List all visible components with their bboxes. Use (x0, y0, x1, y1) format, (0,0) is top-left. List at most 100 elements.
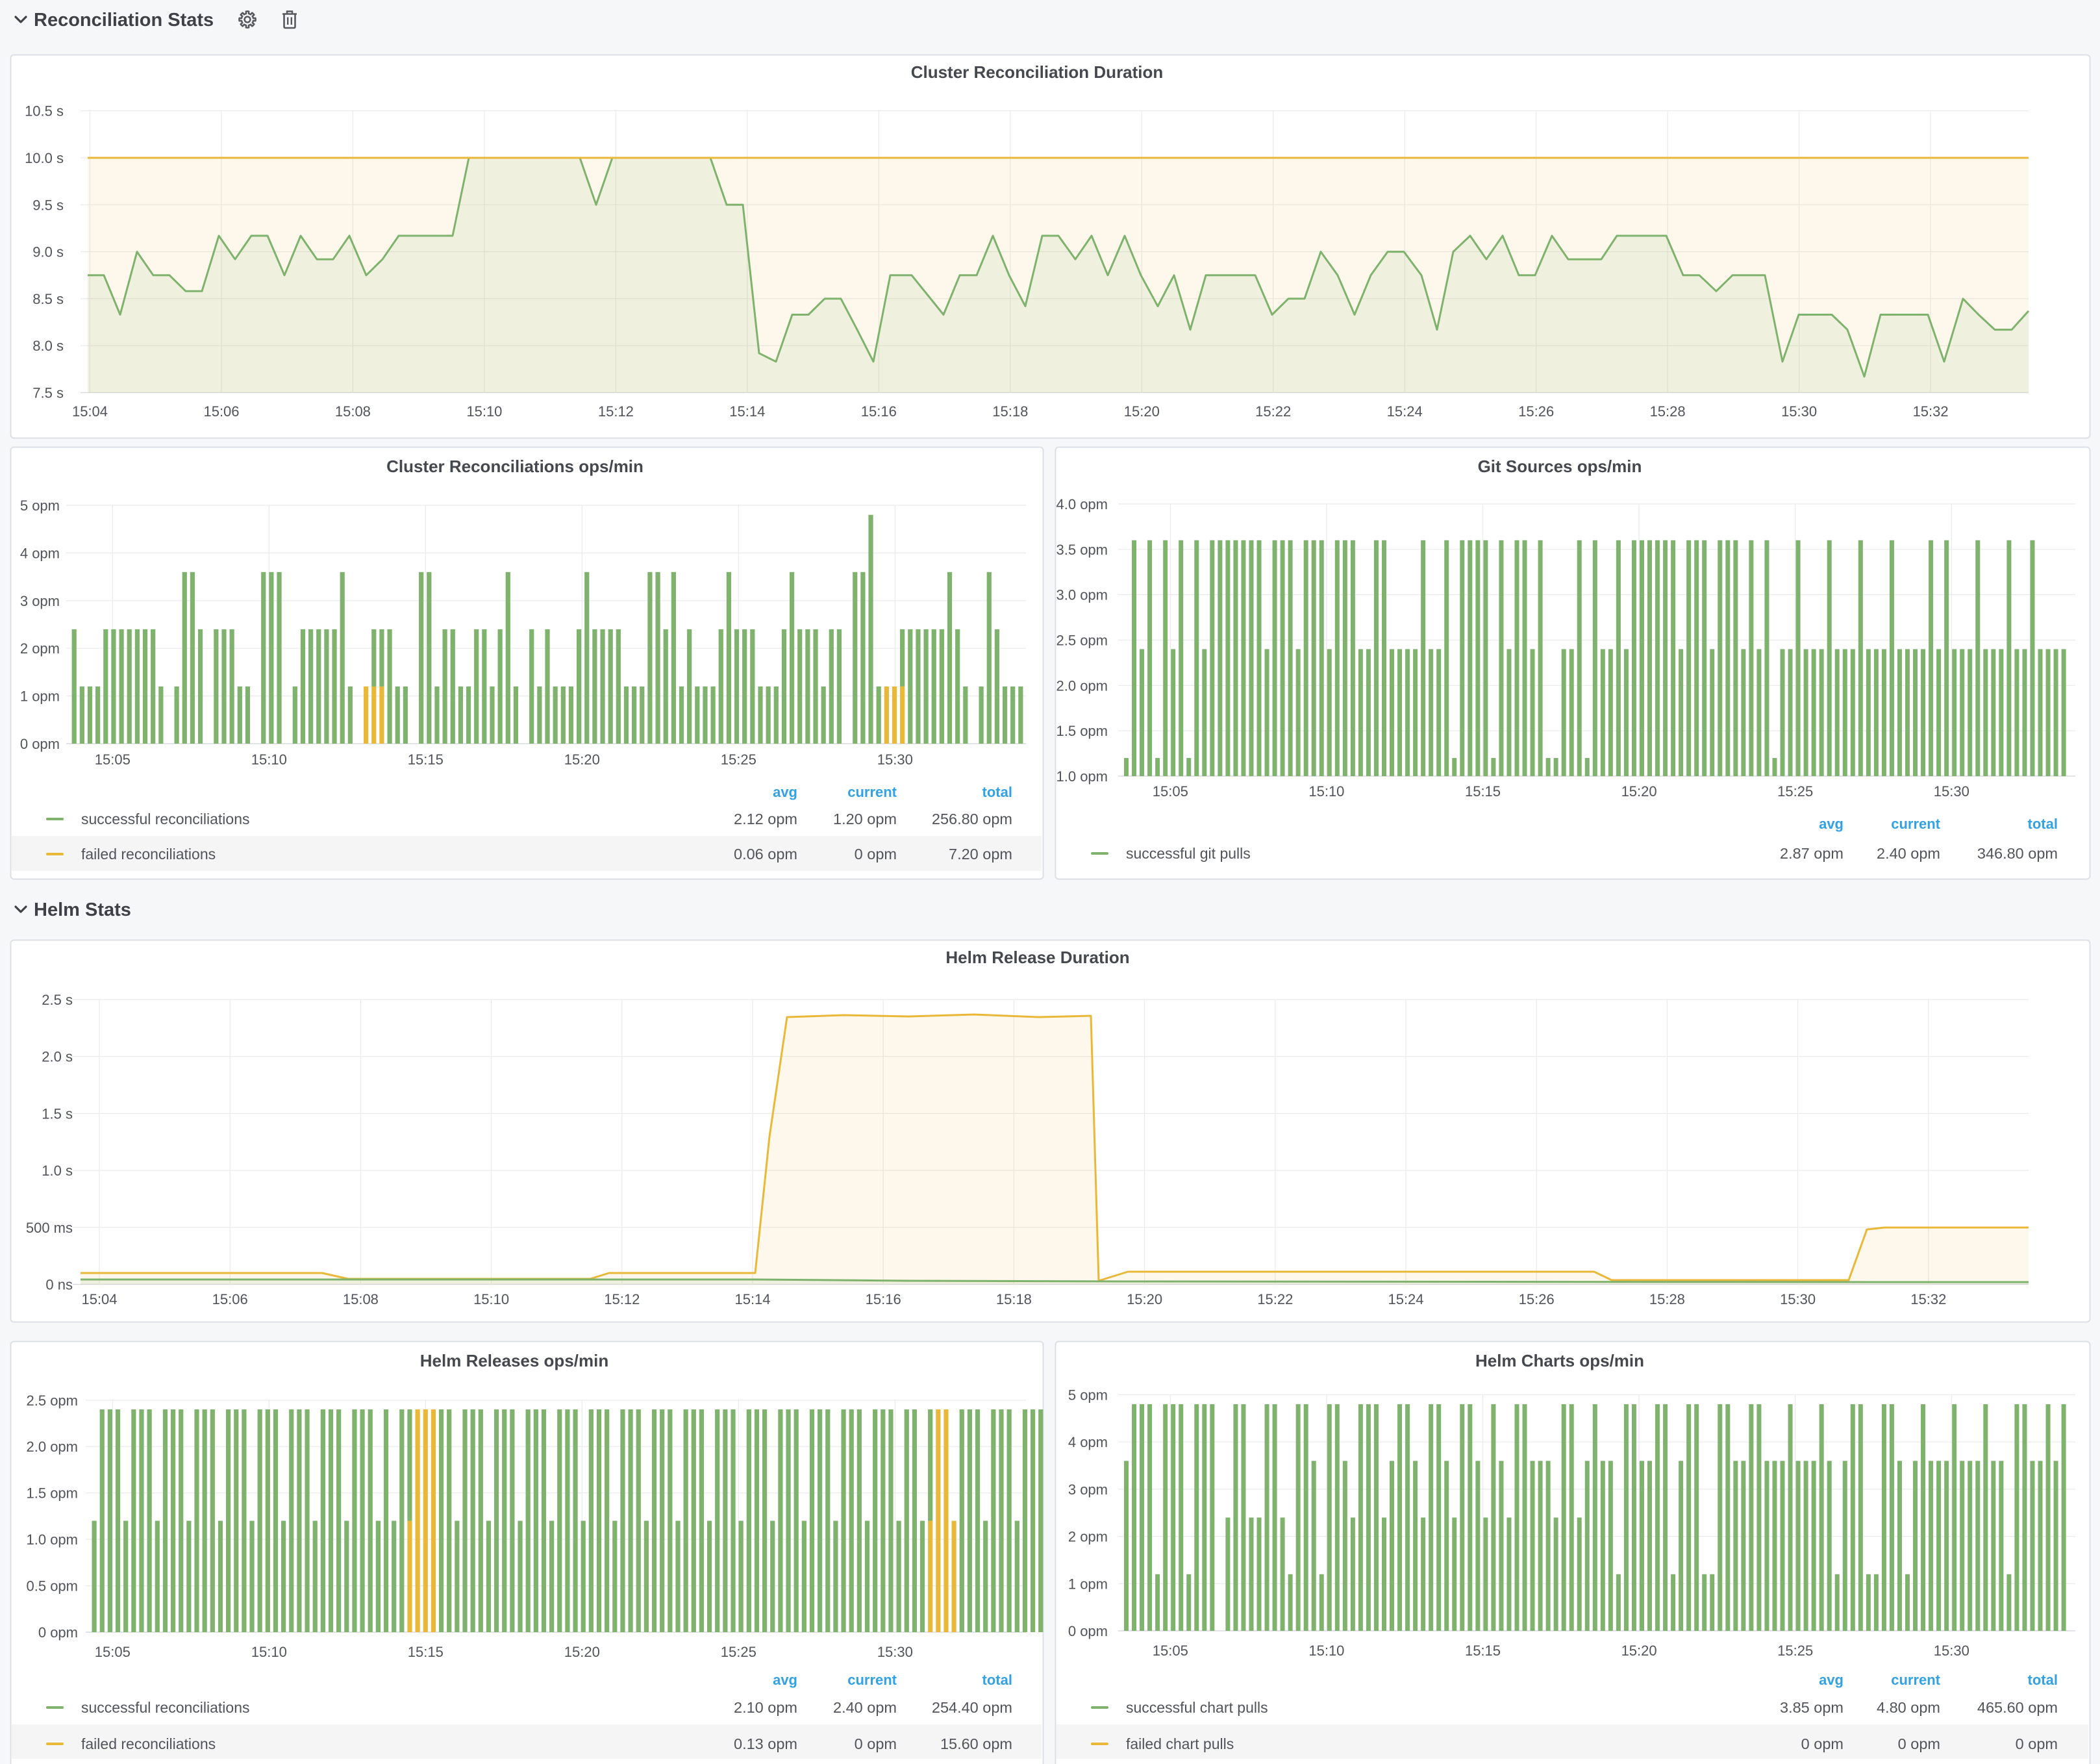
svg-text:current: current (1891, 1672, 1940, 1688)
svg-text:15:25: 15:25 (721, 751, 756, 768)
svg-text:3.5 opm: 3.5 opm (1056, 542, 1108, 558)
svg-text:0 opm: 0 opm (1801, 1735, 1844, 1752)
svg-text:3.85 opm: 3.85 opm (1780, 1699, 1844, 1716)
svg-text:15:18: 15:18 (992, 403, 1028, 420)
svg-text:15:15: 15:15 (408, 751, 444, 768)
svg-text:15:30: 15:30 (877, 1644, 913, 1660)
svg-text:Git Sources ops/min: Git Sources ops/min (1478, 457, 1642, 476)
svg-text:2.0 opm: 2.0 opm (27, 1439, 79, 1455)
svg-text:15:05: 15:05 (95, 751, 131, 768)
svg-text:0.5 opm: 0.5 opm (27, 1578, 79, 1594)
svg-text:2.5 opm: 2.5 opm (27, 1392, 79, 1409)
svg-text:2 opm: 2 opm (1068, 1529, 1108, 1545)
svg-text:failed reconciliations: failed reconciliations (81, 1735, 216, 1752)
svg-text:2.10 opm: 2.10 opm (734, 1699, 797, 1716)
svg-text:15:15: 15:15 (1465, 1643, 1501, 1659)
svg-text:9.5 s: 9.5 s (32, 197, 64, 213)
svg-text:avg: avg (773, 1672, 797, 1688)
svg-text:1.5 s: 1.5 s (42, 1105, 73, 1122)
svg-text:4.80 opm: 4.80 opm (1877, 1699, 1940, 1716)
svg-text:15:06: 15:06 (203, 403, 239, 420)
svg-text:15:14: 15:14 (734, 1291, 770, 1307)
svg-text:7.5 s: 7.5 s (32, 385, 64, 401)
svg-text:15:22: 15:22 (1257, 1291, 1293, 1307)
svg-text:15:30: 15:30 (877, 751, 913, 768)
svg-text:2.0 opm: 2.0 opm (1056, 677, 1108, 694)
svg-text:1 opm: 1 opm (20, 688, 60, 705)
svg-text:2.12 opm: 2.12 opm (734, 811, 797, 827)
svg-text:15:15: 15:15 (1465, 783, 1501, 800)
svg-text:15:25: 15:25 (1777, 1643, 1813, 1659)
svg-text:254.40 opm: 254.40 opm (932, 1699, 1012, 1716)
svg-text:2.40 opm: 2.40 opm (833, 1699, 897, 1716)
svg-text:15:20: 15:20 (1621, 1643, 1657, 1659)
svg-text:15:08: 15:08 (343, 1291, 379, 1307)
svg-text:15:30: 15:30 (1934, 1643, 1969, 1659)
svg-text:15:14: 15:14 (729, 403, 765, 420)
svg-text:0 ns: 0 ns (45, 1277, 73, 1293)
svg-text:15:30: 15:30 (1780, 1291, 1816, 1307)
svg-text:1.5 opm: 1.5 opm (1056, 723, 1108, 739)
svg-text:current: current (1891, 816, 1940, 832)
svg-text:2.5 opm: 2.5 opm (1056, 633, 1108, 649)
svg-text:15:10: 15:10 (473, 1291, 509, 1307)
svg-text:avg: avg (773, 784, 797, 800)
svg-text:0 opm: 0 opm (855, 846, 897, 863)
svg-text:346.80 opm: 346.80 opm (1977, 845, 2058, 862)
svg-text:256.80 opm: 256.80 opm (932, 811, 1012, 827)
svg-text:2.87 opm: 2.87 opm (1780, 845, 1844, 862)
svg-text:15:32: 15:32 (1910, 1291, 1946, 1307)
svg-text:3 opm: 3 opm (20, 593, 60, 609)
svg-text:total: total (982, 784, 1012, 800)
svg-text:7.20 opm: 7.20 opm (949, 846, 1012, 863)
svg-text:15:06: 15:06 (212, 1291, 248, 1307)
svg-text:total: total (982, 1672, 1012, 1688)
svg-text:15:32: 15:32 (1913, 403, 1949, 420)
svg-text:Helm Release Duration: Helm Release Duration (945, 948, 1129, 967)
svg-text:15:10: 15:10 (1308, 783, 1344, 800)
svg-text:15:28: 15:28 (1650, 403, 1686, 420)
svg-text:15:04: 15:04 (81, 1291, 117, 1307)
svg-text:15:04: 15:04 (72, 403, 108, 420)
svg-text:successful reconciliations: successful reconciliations (81, 811, 250, 827)
svg-text:0.06 opm: 0.06 opm (734, 846, 797, 863)
svg-text:Helm Stats: Helm Stats (34, 900, 131, 920)
svg-text:15:18: 15:18 (996, 1291, 1032, 1307)
svg-text:15:16: 15:16 (866, 1291, 901, 1307)
svg-text:15:12: 15:12 (598, 403, 634, 420)
svg-text:15:08: 15:08 (335, 403, 371, 420)
svg-text:current: current (847, 784, 897, 800)
svg-text:15:26: 15:26 (1518, 403, 1554, 420)
svg-text:failed reconciliations: failed reconciliations (81, 846, 216, 863)
svg-text:4 opm: 4 opm (20, 545, 60, 561)
svg-text:15:10: 15:10 (466, 403, 502, 420)
svg-text:3 opm: 3 opm (1068, 1481, 1108, 1498)
svg-text:15:10: 15:10 (251, 1644, 287, 1660)
svg-text:0 opm: 0 opm (855, 1735, 897, 1752)
svg-text:4 opm: 4 opm (1068, 1434, 1108, 1450)
svg-text:0 opm: 0 opm (1898, 1735, 1940, 1752)
svg-text:15:10: 15:10 (251, 751, 287, 768)
svg-text:total: total (2028, 1672, 2058, 1688)
svg-text:2.0 s: 2.0 s (42, 1049, 73, 1065)
svg-text:10.0 s: 10.0 s (25, 150, 64, 166)
svg-text:15:20: 15:20 (564, 1644, 600, 1660)
svg-text:15:24: 15:24 (1388, 1291, 1423, 1307)
svg-text:15:22: 15:22 (1255, 403, 1291, 420)
svg-text:Helm Releases ops/min: Helm Releases ops/min (420, 1351, 608, 1370)
svg-text:0 opm: 0 opm (38, 1624, 78, 1641)
svg-text:1.0 opm: 1.0 opm (1056, 768, 1108, 785)
svg-text:2.5 s: 2.5 s (42, 992, 73, 1008)
svg-text:15:30: 15:30 (1781, 403, 1817, 420)
svg-text:0 opm: 0 opm (2016, 1735, 2058, 1752)
svg-text:8.0 s: 8.0 s (32, 338, 64, 354)
svg-text:15:26: 15:26 (1519, 1291, 1555, 1307)
svg-text:15:16: 15:16 (861, 403, 897, 420)
svg-text:successful reconciliations: successful reconciliations (81, 1699, 250, 1716)
svg-text:15:25: 15:25 (721, 1644, 756, 1660)
svg-text:1.20 opm: 1.20 opm (833, 811, 897, 827)
svg-text:15:15: 15:15 (408, 1644, 444, 1660)
svg-text:5 opm: 5 opm (20, 498, 60, 514)
svg-text:3.0 opm: 3.0 opm (1056, 587, 1108, 603)
svg-text:15:10: 15:10 (1308, 1643, 1344, 1659)
